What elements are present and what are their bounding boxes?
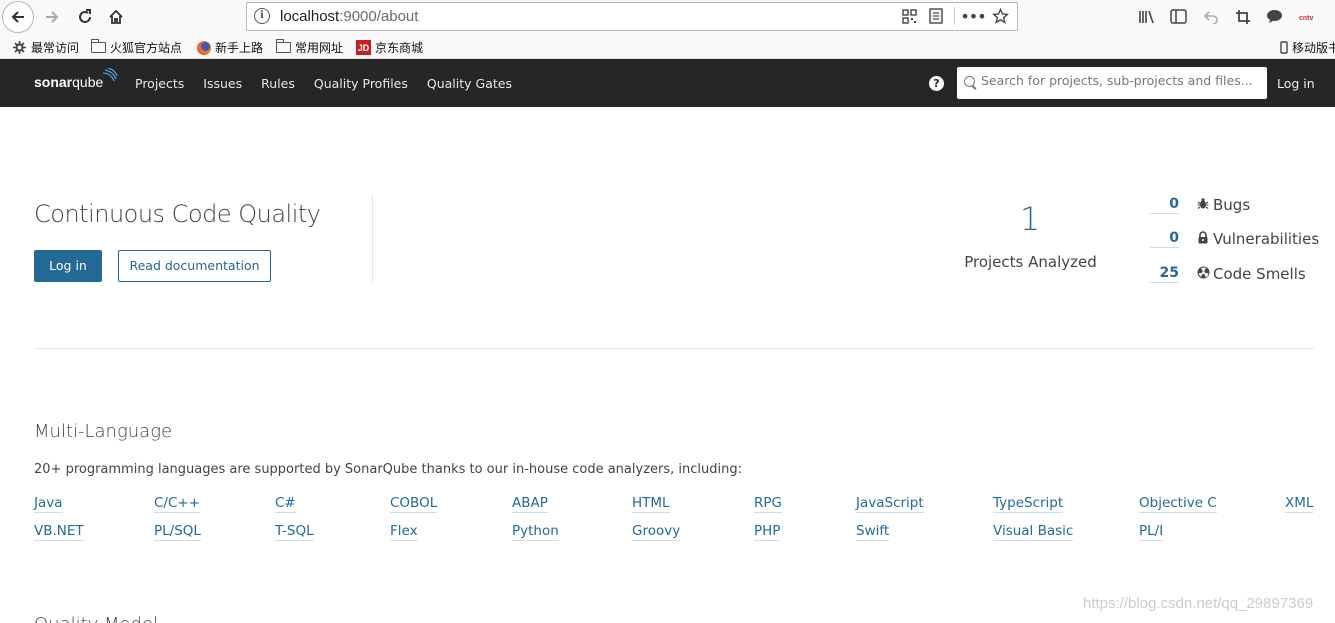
jd-icon: JD: [356, 40, 371, 55]
language-link-vbnet[interactable]: VB.NET: [34, 523, 84, 541]
bookmark-common-sites[interactable]: 常用网址: [275, 39, 343, 56]
language-link-objective-c[interactable]: Objective C: [1139, 495, 1217, 513]
firefox-icon: [196, 40, 211, 55]
bug-icon: [1196, 197, 1210, 214]
nav-projects[interactable]: Projects: [135, 76, 184, 91]
language-link-cpp[interactable]: C/C++: [154, 495, 201, 513]
language-link-csharp[interactable]: C#: [275, 495, 296, 513]
page-actions-icon[interactable]: •••: [960, 7, 986, 26]
nav-login-link[interactable]: Log in: [1277, 76, 1315, 91]
mobile-icon: [1280, 41, 1288, 54]
back-arrow-icon: [11, 11, 24, 23]
language-link-python[interactable]: Python: [512, 523, 559, 541]
language-link-xml[interactable]: XML: [1285, 495, 1314, 513]
code-smells-count[interactable]: 25: [1150, 265, 1179, 283]
library-icon[interactable]: [1136, 6, 1157, 27]
gear-icon: [12, 41, 27, 54]
language-link-typescript[interactable]: TypeScript: [993, 495, 1064, 513]
reader-view-icon[interactable]: [927, 7, 945, 25]
language-link-java[interactable]: Java: [34, 495, 63, 513]
forward-arrow-icon: [46, 11, 59, 23]
browser-toolbar: i localhost:9000/about ••• cntv: [0, 0, 1335, 35]
home-icon: [109, 9, 123, 24]
projects-analyzed-label: Projects Analyzed: [964, 253, 1097, 271]
folder-icon: [275, 39, 291, 54]
qr-code-icon[interactable]: [900, 7, 918, 25]
reload-button[interactable]: [71, 4, 99, 30]
crop-screenshot-icon[interactable]: [1232, 6, 1253, 27]
home-button[interactable]: [102, 4, 130, 30]
language-link-tsql[interactable]: T-SQL: [275, 523, 314, 541]
language-link-flex[interactable]: Flex: [390, 523, 418, 541]
bookmark-jd[interactable]: JD 京东商城: [356, 39, 423, 56]
lock-icon: [1196, 230, 1210, 248]
global-search[interactable]: [957, 67, 1267, 99]
bookmark-getting-started[interactable]: 新手上路: [196, 39, 263, 56]
nav-issues[interactable]: Issues: [203, 76, 242, 91]
nav-rules[interactable]: Rules: [261, 76, 295, 91]
language-link-pli[interactable]: PL/I: [1139, 523, 1164, 541]
url-text[interactable]: localhost:9000/about: [280, 8, 418, 25]
language-link-swift[interactable]: Swift: [856, 523, 890, 541]
vulnerabilities-count[interactable]: 0: [1150, 230, 1179, 248]
site-info-icon[interactable]: i: [254, 8, 270, 24]
reload-icon: [79, 9, 91, 23]
projects-analyzed-count[interactable]: 1: [1000, 200, 1060, 238]
login-button[interactable]: Log in: [34, 250, 102, 282]
language-link-abap[interactable]: ABAP: [512, 495, 548, 513]
language-link-rpg[interactable]: RPG: [754, 495, 782, 513]
language-link-plsql[interactable]: PL/SQL: [154, 523, 201, 541]
chat-icon[interactable]: [1264, 6, 1285, 27]
metric-vulnerabilities: 0 Vulnerabilities: [1150, 230, 1319, 248]
folder-icon: [90, 39, 106, 54]
help-icon[interactable]: ?: [929, 76, 944, 91]
sonar-waves-icon: [102, 68, 118, 82]
multi-language-description: 20+ programming languages are supported …: [34, 462, 742, 477]
sidebar-icon[interactable]: [1168, 6, 1189, 27]
read-documentation-button[interactable]: Read documentation: [118, 250, 271, 282]
bugs-count[interactable]: 0: [1150, 196, 1179, 214]
language-link-php[interactable]: PHP: [754, 523, 781, 541]
language-link-groovy[interactable]: Groovy: [632, 523, 681, 541]
bookmark-star-icon[interactable]: [991, 7, 1009, 25]
language-link-javascript[interactable]: JavaScript: [856, 495, 924, 513]
bookmark-mobile[interactable]: 移动版书: [1280, 39, 1335, 56]
language-link-visual-basic[interactable]: Visual Basic: [993, 523, 1074, 541]
bookmarks-bar: 最常访问 火狐官方站点 新手上路 常用网址 JD 京东商城 移动版书: [0, 35, 1335, 59]
forward-button[interactable]: [38, 4, 66, 30]
url-separator: [954, 7, 955, 25]
bookmark-firefox-official[interactable]: 火狐官方站点: [90, 39, 182, 56]
hero-divider: [372, 194, 373, 283]
cntv-extension-icon[interactable]: cntv: [1296, 6, 1317, 27]
search-input[interactable]: [981, 73, 1261, 88]
sonarqube-navbar: sonarqube Projects Issues Rules Quality …: [0, 59, 1335, 107]
bookmark-most-visited[interactable]: 最常访问: [12, 39, 79, 56]
back-button[interactable]: [2, 1, 34, 33]
nav-quality-profiles[interactable]: Quality Profiles: [314, 76, 408, 91]
code-smell-icon: [1196, 266, 1210, 283]
nav-quality-gates[interactable]: Quality Gates: [427, 76, 512, 91]
search-icon: [964, 76, 975, 87]
page-title: Continuous Code Quality: [34, 200, 321, 228]
svg-text:cntv: cntv: [1299, 15, 1314, 22]
undo-icon[interactable]: [1200, 6, 1221, 27]
metric-bugs: 0 Bugs: [1150, 196, 1250, 214]
watermark: https://blog.csdn.net/qq_29897369: [1083, 595, 1314, 612]
quality-model-title: Quality Model: [34, 614, 158, 623]
address-bar[interactable]: i localhost:9000/about •••: [246, 2, 1018, 31]
language-link-html[interactable]: HTML: [632, 495, 670, 513]
section-divider: [34, 348, 1314, 349]
metric-code-smells: 25 Code Smells: [1150, 265, 1306, 283]
multi-language-title: Multi-Language: [34, 421, 173, 442]
sonarqube-logo[interactable]: sonarqube: [34, 68, 118, 90]
language-link-cobol[interactable]: COBOL: [390, 495, 438, 513]
